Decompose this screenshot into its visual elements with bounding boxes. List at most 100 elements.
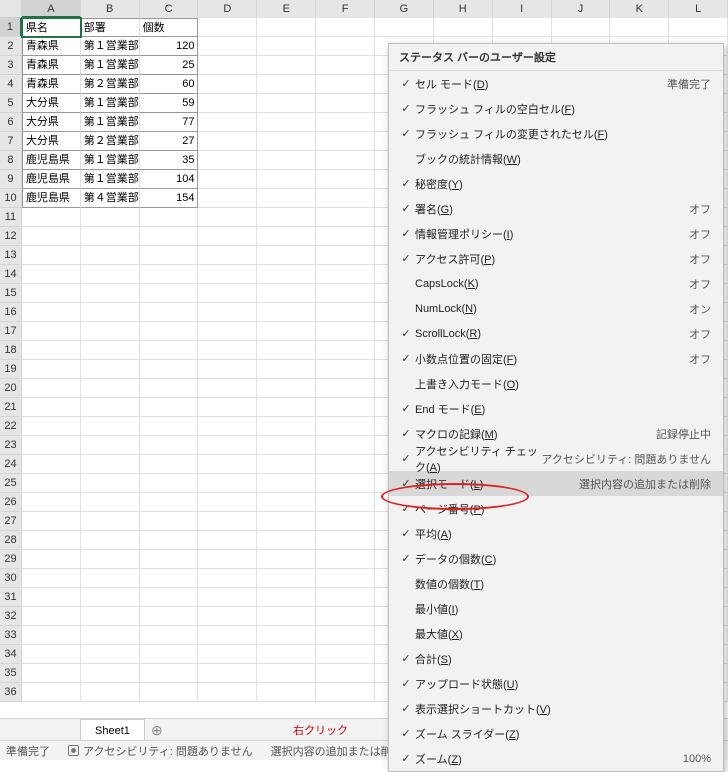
- cell[interactable]: [316, 531, 375, 550]
- cell[interactable]: [81, 683, 140, 702]
- cell[interactable]: [316, 132, 375, 151]
- cell[interactable]: 第１営業部: [81, 151, 140, 170]
- cell[interactable]: [140, 512, 199, 531]
- cell[interactable]: [22, 512, 81, 531]
- context-menu-item[interactable]: ✓表示選択ショートカット(V): [389, 696, 723, 721]
- row-header[interactable]: 29: [0, 550, 22, 569]
- cell[interactable]: 個数: [140, 18, 199, 37]
- cell[interactable]: [81, 664, 140, 683]
- cell[interactable]: [257, 37, 316, 56]
- row-header[interactable]: 30: [0, 569, 22, 588]
- row-header[interactable]: 33: [0, 626, 22, 645]
- cell[interactable]: [22, 341, 81, 360]
- cell[interactable]: [81, 550, 140, 569]
- cell[interactable]: [140, 493, 199, 512]
- cell[interactable]: [140, 360, 199, 379]
- cell[interactable]: [198, 379, 257, 398]
- cell[interactable]: [198, 512, 257, 531]
- cell[interactable]: [316, 512, 375, 531]
- cell[interactable]: [140, 227, 199, 246]
- cell[interactable]: [316, 37, 375, 56]
- cell[interactable]: [140, 588, 199, 607]
- cell[interactable]: [316, 341, 375, 360]
- cell[interactable]: [257, 683, 316, 702]
- cell[interactable]: 第１営業部: [81, 37, 140, 56]
- column-header[interactable]: I: [493, 0, 552, 18]
- cell[interactable]: [316, 569, 375, 588]
- cell[interactable]: [81, 645, 140, 664]
- cell[interactable]: 大分県: [22, 132, 81, 151]
- cell[interactable]: [316, 75, 375, 94]
- cell[interactable]: 鹿児島県: [22, 151, 81, 170]
- cell[interactable]: [316, 265, 375, 284]
- cell[interactable]: [81, 512, 140, 531]
- cell[interactable]: [257, 246, 316, 265]
- cell[interactable]: 120: [140, 37, 199, 56]
- cell[interactable]: [257, 569, 316, 588]
- cell[interactable]: 104: [140, 170, 199, 189]
- context-menu-item[interactable]: ✓フラッシュ フィルの変更されたセル(F): [389, 121, 723, 146]
- cell[interactable]: [257, 113, 316, 132]
- context-menu-item[interactable]: 最大値(X): [389, 621, 723, 646]
- cell[interactable]: [140, 303, 199, 322]
- context-menu-item[interactable]: ✓ズーム(Z)100%: [389, 746, 723, 771]
- cell[interactable]: [140, 265, 199, 284]
- cell[interactable]: [81, 379, 140, 398]
- cell[interactable]: [198, 246, 257, 265]
- cell[interactable]: 25: [140, 56, 199, 75]
- cell[interactable]: 鹿児島県: [22, 189, 81, 208]
- cell[interactable]: [257, 417, 316, 436]
- cell[interactable]: [140, 436, 199, 455]
- column-header[interactable]: D: [198, 0, 257, 18]
- cell[interactable]: [140, 455, 199, 474]
- cell[interactable]: [22, 265, 81, 284]
- cell[interactable]: [198, 322, 257, 341]
- cell[interactable]: [198, 113, 257, 132]
- cell[interactable]: [81, 569, 140, 588]
- row-header[interactable]: 24: [0, 455, 22, 474]
- row-header[interactable]: 5: [0, 94, 22, 113]
- row-header[interactable]: 7: [0, 132, 22, 151]
- cell[interactable]: [22, 550, 81, 569]
- cell[interactable]: [434, 18, 493, 37]
- cell[interactable]: [22, 284, 81, 303]
- cell[interactable]: [198, 18, 257, 37]
- cell[interactable]: [257, 436, 316, 455]
- cell[interactable]: [316, 645, 375, 664]
- column-header[interactable]: H: [434, 0, 493, 18]
- context-menu-item[interactable]: ✓合計(S): [389, 646, 723, 671]
- cell[interactable]: [316, 436, 375, 455]
- cell[interactable]: [257, 132, 316, 151]
- column-header[interactable]: G: [375, 0, 434, 18]
- cell[interactable]: [316, 151, 375, 170]
- select-all-corner[interactable]: [0, 0, 22, 18]
- cell[interactable]: [81, 360, 140, 379]
- row-header[interactable]: 20: [0, 379, 22, 398]
- cell[interactable]: [257, 227, 316, 246]
- cell[interactable]: [198, 588, 257, 607]
- cell[interactable]: [316, 550, 375, 569]
- cell[interactable]: [81, 322, 140, 341]
- cell[interactable]: [22, 379, 81, 398]
- cell[interactable]: [552, 18, 611, 37]
- context-menu-item[interactable]: ✓ScrollLock(R)オフ: [389, 321, 723, 346]
- cell[interactable]: [22, 683, 81, 702]
- cell[interactable]: 60: [140, 75, 199, 94]
- row-header[interactable]: 21: [0, 398, 22, 417]
- cell[interactable]: [198, 417, 257, 436]
- cell[interactable]: [22, 664, 81, 683]
- cell[interactable]: [257, 56, 316, 75]
- cell[interactable]: [257, 512, 316, 531]
- cell[interactable]: 第１営業部: [81, 113, 140, 132]
- cell[interactable]: [257, 664, 316, 683]
- cell[interactable]: [198, 265, 257, 284]
- cell[interactable]: [316, 626, 375, 645]
- row-header[interactable]: 35: [0, 664, 22, 683]
- cell[interactable]: [81, 303, 140, 322]
- context-menu-item[interactable]: ✓End モード(E): [389, 396, 723, 421]
- cell[interactable]: [316, 208, 375, 227]
- cell[interactable]: [316, 322, 375, 341]
- cell[interactable]: [81, 246, 140, 265]
- cell[interactable]: [316, 303, 375, 322]
- cell[interactable]: [257, 360, 316, 379]
